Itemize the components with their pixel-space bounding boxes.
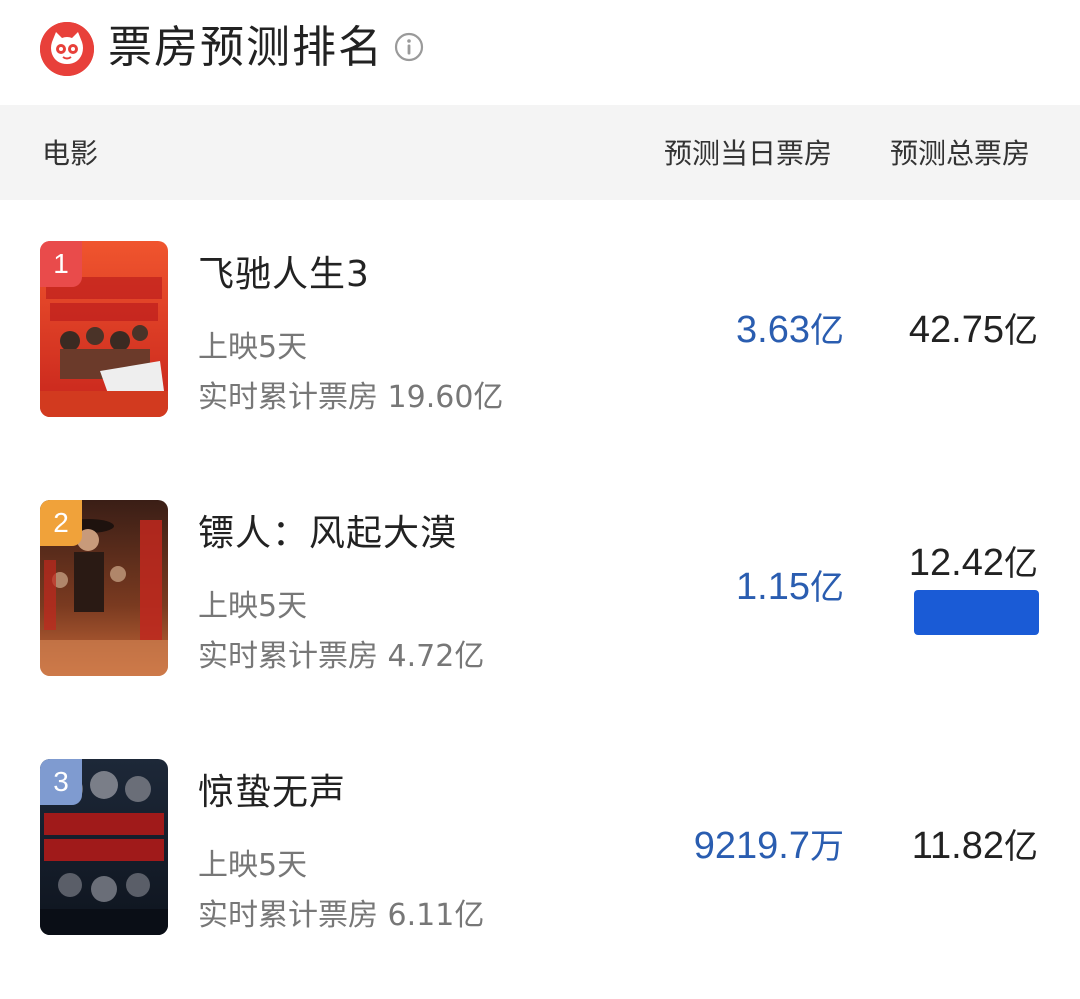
predicted-today-box-office: 1.15亿	[736, 562, 844, 613]
cumulative-box-office: 实时累计票房 6.11亿	[198, 898, 485, 933]
movie-title: 镖人：风起大漠	[198, 513, 458, 554]
predicted-total-box-office: 42.75亿	[909, 305, 1038, 356]
release-days: 上映5天	[198, 848, 308, 883]
value: 3.63	[736, 309, 810, 351]
cumulative-box-office: 实时累计票房 4.72亿	[198, 639, 485, 674]
app-header: 票房预测排名	[0, 0, 1080, 105]
unit: 亿	[810, 568, 844, 608]
unit: 亿	[1004, 544, 1038, 584]
table-header: 电影 预测当日票房 预测总票房	[0, 105, 1080, 200]
column-header-movie: 电影	[42, 137, 99, 170]
column-header-total-box-office[interactable]: 预测总票房	[890, 134, 1030, 174]
rank-badge: 3	[40, 759, 82, 805]
column-header-today-box-office[interactable]: 预测当日票房	[664, 134, 832, 174]
movie-row[interactable]: 1 飞驰人生3 上映5天 实时累计票房 19.60亿 3.63亿 42.75亿	[0, 241, 1080, 481]
predicted-today-box-office: 9219.7万	[694, 821, 844, 872]
cat-logo-icon	[40, 22, 94, 76]
rank-badge: 1	[40, 241, 82, 287]
predicted-today-box-office: 3.63亿	[736, 305, 844, 356]
movie-row[interactable]: 2 镖人：风起大漠 上映5天 实时累计票房 4.72亿 1.15亿 12.42亿	[0, 500, 1080, 740]
unit: 亿	[1004, 827, 1038, 867]
movie-title: 惊蛰无声	[198, 772, 347, 813]
predicted-total-box-office: 12.42亿	[909, 538, 1038, 589]
value: 11.82	[911, 825, 1004, 867]
value: 42.75	[908, 309, 1004, 351]
value: 1.15	[736, 566, 810, 608]
value: 9219.7	[693, 825, 810, 867]
movie-row[interactable]: 3 惊蛰无声 上映5天 实时累计票房 6.11亿 9219.7万 11.82亿	[0, 759, 1080, 999]
release-days: 上映5天	[198, 589, 308, 624]
unit: 亿	[810, 311, 844, 351]
info-icon[interactable]	[394, 32, 424, 62]
cumulative-box-office: 实时累计票房 19.60亿	[198, 380, 504, 415]
movie-title: 飞驰人生3	[198, 254, 370, 295]
unit: 万	[810, 827, 844, 867]
unit: 亿	[1004, 311, 1038, 351]
rank-badge: 2	[40, 500, 82, 546]
highlight-tag[interactable]	[914, 590, 1039, 635]
page-title: 票房预测排名	[108, 22, 384, 73]
value: 12.42	[908, 542, 1004, 584]
release-days: 上映5天	[198, 330, 308, 365]
predicted-total-box-office: 11.82亿	[912, 821, 1038, 872]
